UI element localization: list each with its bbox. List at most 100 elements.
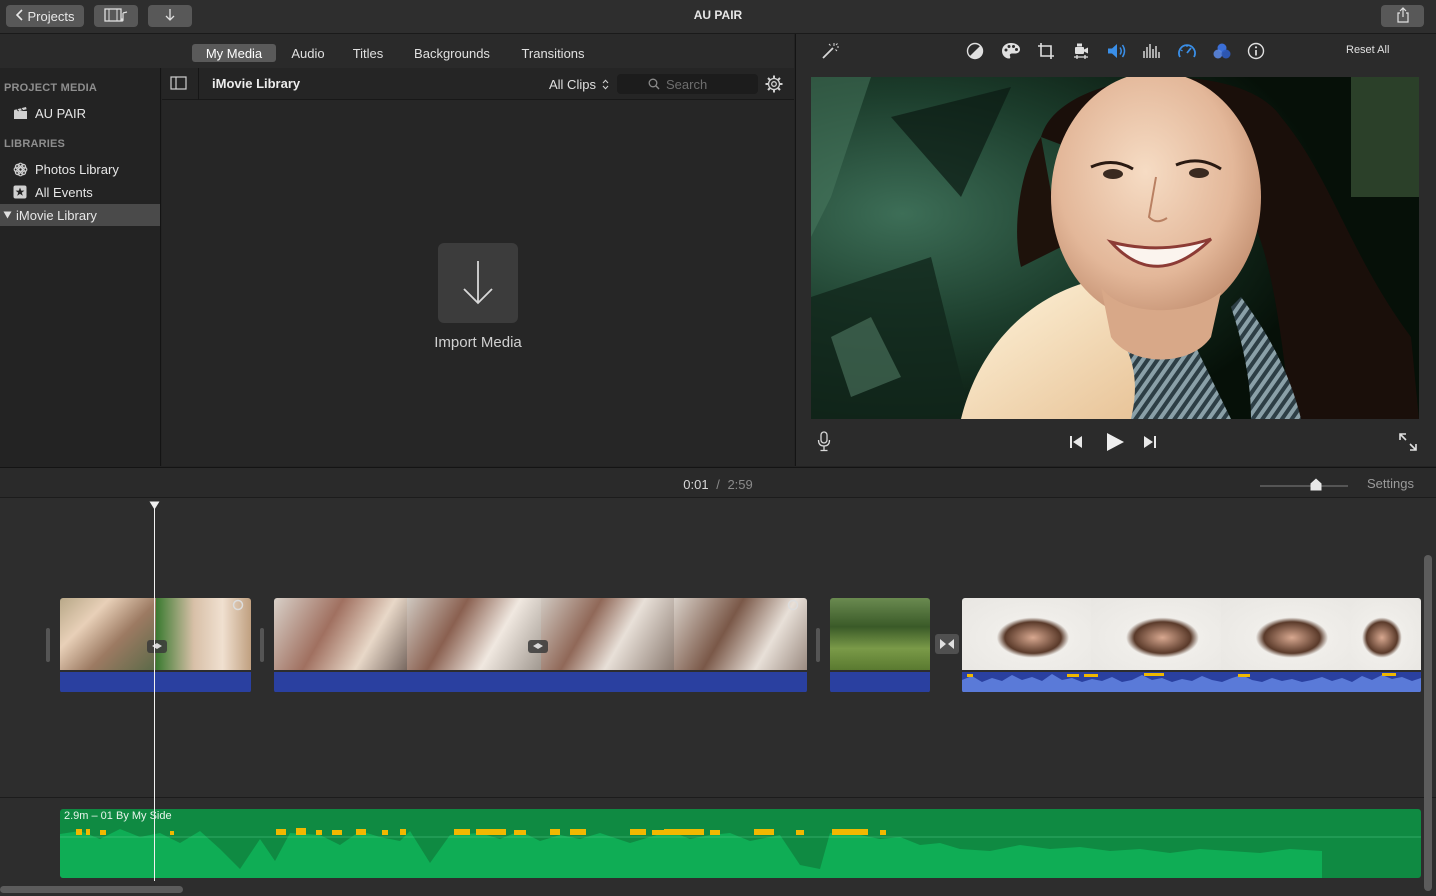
gear-icon[interactable]	[764, 74, 784, 94]
divider	[198, 68, 199, 100]
timeline-header: 0:01 / 2:59 Settings	[0, 467, 1436, 498]
playhead-triangle-icon[interactable]	[149, 498, 160, 510]
skip-back-icon[interactable]	[1068, 434, 1086, 452]
audio-waveform	[962, 673, 1421, 692]
info-icon[interactable]	[1247, 42, 1267, 62]
video-overlay-icon[interactable]	[1212, 42, 1232, 62]
search-placeholder: Search	[666, 76, 708, 92]
video-clip[interactable]	[830, 598, 930, 693]
trim-handle[interactable]	[46, 628, 50, 662]
stabilization-icon[interactable]	[1072, 42, 1092, 62]
horizontal-scrollbar[interactable]	[0, 886, 183, 893]
skip-forward-icon[interactable]	[1142, 434, 1160, 452]
clip-thumbnail	[1349, 598, 1421, 670]
trim-handle[interactable]	[816, 628, 820, 662]
import-arrow-icon	[461, 259, 495, 307]
sidebar-item-label: iMovie Library	[16, 207, 97, 223]
music-clip-label: 2.9m – 01 By My Side	[64, 810, 172, 822]
tab-audio[interactable]: Audio	[284, 44, 332, 62]
share-button[interactable]	[1381, 5, 1424, 27]
music-clip[interactable]: 2.9m – 01 By My Side	[60, 809, 1421, 878]
sidebar-toggle-icon[interactable]	[170, 76, 190, 92]
browser-tabs: My Media Audio Titles Backgrounds Transi…	[0, 34, 794, 68]
libraries-header: LIBRARIES	[4, 138, 66, 150]
track-divider	[0, 797, 1436, 798]
timeline[interactable]: 2.9m – 01 By My Side	[0, 498, 1436, 896]
sidebar-item-imovie-library[interactable]: iMovie Library	[0, 204, 160, 226]
search-input[interactable]: Search	[617, 74, 758, 94]
video-clip[interactable]	[60, 598, 251, 693]
zoom-slider-track[interactable]	[1260, 485, 1348, 487]
clip-audio-track	[830, 672, 930, 692]
clapperboard-icon	[12, 105, 28, 121]
search-icon	[648, 78, 660, 90]
sidebar-item-label: All Events	[35, 184, 93, 200]
timeline-settings-button[interactable]: Settings	[1367, 476, 1414, 491]
zoom-slider-thumb[interactable]	[1310, 478, 1322, 491]
trim-handle[interactable]	[260, 628, 264, 662]
clip-filter-select[interactable]: All Clips	[549, 75, 609, 93]
flower-icon	[12, 161, 28, 177]
stabilization-badge-icon	[527, 638, 549, 654]
video-preview[interactable]	[811, 77, 1419, 419]
reset-all-button[interactable]: Reset All	[1346, 44, 1389, 56]
microphone-icon[interactable]	[816, 431, 836, 453]
clip-audio-track	[60, 672, 251, 692]
tab-my-media[interactable]: My Media	[192, 44, 276, 62]
star-icon	[12, 184, 28, 200]
clip-menu-icon[interactable]	[787, 598, 801, 612]
sidebar-item-label: Photos Library	[35, 161, 119, 177]
music-waveform	[60, 828, 1421, 878]
clip-thumbnail	[962, 598, 1092, 670]
speed-icon[interactable]	[1177, 42, 1197, 62]
transition-icon[interactable]	[935, 634, 959, 654]
clip-thumbnail	[1091, 598, 1221, 670]
clip-thumbnail	[407, 598, 541, 670]
clip-audio-track	[962, 672, 1421, 692]
window-title: AU PAIR	[693, 8, 743, 22]
equalizer-icon[interactable]	[1142, 42, 1162, 62]
video-frame-image	[811, 77, 1419, 419]
clip-thumbnail	[274, 598, 408, 670]
color-palette-icon[interactable]	[1001, 42, 1021, 62]
crop-icon[interactable]	[1037, 42, 1057, 62]
import-media-label: Import Media	[434, 334, 522, 351]
import-media-button[interactable]	[438, 243, 518, 323]
sidebar-item-label: AU PAIR	[35, 105, 87, 121]
clip-thumbnail	[540, 598, 674, 670]
video-clip[interactable]	[274, 598, 807, 693]
clip-filter-value: All Clips	[549, 76, 596, 92]
libraries-sidebar: PROJECT MEDIA AU PAIR LIBRARIES Photos L…	[0, 68, 161, 466]
clip-thumbnail	[1220, 598, 1350, 670]
playhead[interactable]	[154, 503, 155, 881]
color-balance-icon[interactable]	[966, 42, 986, 62]
stabilization-badge-icon	[146, 638, 168, 654]
timecode-display: 0:01 / 2:59	[0, 477, 1436, 492]
clip-thumbnail	[830, 598, 930, 670]
project-media-header: PROJECT MEDIA	[4, 82, 98, 94]
play-icon[interactable]	[1104, 431, 1126, 453]
clip-audio-track	[274, 672, 807, 692]
tab-titles[interactable]: Titles	[344, 44, 392, 62]
timecode-separator: /	[716, 477, 720, 492]
updown-chevron-icon	[602, 78, 609, 90]
title-bar: Projects AU PAIR	[0, 0, 1436, 34]
clip-thumbnail	[60, 598, 156, 670]
volume-icon[interactable]	[1106, 42, 1126, 62]
disclosure-triangle-icon	[3, 211, 12, 219]
media-browser: Import Media	[162, 100, 794, 466]
sidebar-item-all-events[interactable]: All Events	[0, 181, 160, 203]
tab-transitions[interactable]: Transitions	[514, 44, 592, 62]
magic-wand-icon[interactable]	[820, 41, 840, 61]
timecode-total: 2:59	[727, 477, 753, 492]
vertical-scrollbar[interactable]	[1424, 555, 1432, 891]
timecode-current: 0:01	[683, 477, 709, 492]
media-browser-bar: iMovie Library All Clips Search	[162, 68, 794, 100]
video-clip[interactable]	[962, 598, 1421, 693]
library-name: iMovie Library	[212, 76, 301, 91]
clip-menu-icon[interactable]	[232, 598, 246, 612]
sidebar-item-au-pair[interactable]: AU PAIR	[0, 102, 160, 124]
sidebar-item-photos-library[interactable]: Photos Library	[0, 158, 160, 180]
fullscreen-icon[interactable]	[1398, 432, 1420, 454]
tab-backgrounds[interactable]: Backgrounds	[408, 44, 496, 62]
